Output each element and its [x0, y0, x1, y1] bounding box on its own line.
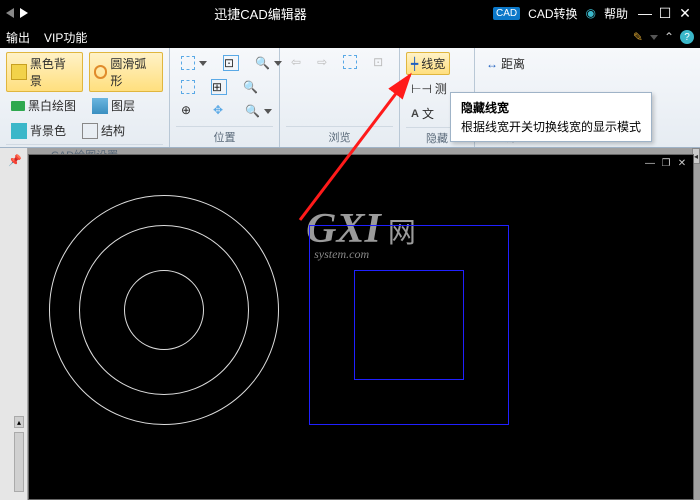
magnifier-icon: 🔍: [255, 56, 270, 70]
title-bar: 迅捷CAD编辑器 CAD CAD转换 ◉ 帮助 — ☐ ✕: [0, 0, 700, 26]
layers-label: 图层: [111, 97, 135, 114]
pos-btn-1[interactable]: [176, 53, 212, 73]
zoom-3-button[interactable]: 🔍: [240, 101, 277, 121]
pos-btn-6[interactable]: ✥: [208, 100, 234, 122]
bw-icon: [11, 101, 25, 111]
black-bg-button[interactable]: 黑色背景: [6, 52, 83, 92]
back-icon[interactable]: [6, 8, 14, 18]
zoom-1-button[interactable]: 🔍: [238, 77, 263, 97]
layers-button[interactable]: 图层: [87, 94, 140, 117]
tab-output[interactable]: 输出: [6, 29, 30, 46]
arc-icon: [94, 65, 108, 79]
nav-arrows: [6, 8, 28, 18]
circle-inner: [124, 270, 204, 350]
forward-icon[interactable]: [20, 8, 28, 18]
pos-btn-5[interactable]: ⊕: [176, 100, 202, 122]
pos-btn-3[interactable]: [176, 77, 200, 97]
scroll-up-button[interactable]: ▴: [14, 416, 24, 428]
distance-label: 距离: [501, 55, 525, 72]
left-panel: 📌 ▴: [0, 148, 28, 500]
square-inner: [354, 270, 464, 380]
bg-color-button[interactable]: 背景色: [6, 119, 71, 142]
tooltip-title: 隐藏线宽: [461, 99, 641, 116]
smooth-arc-label: 圆滑弧形: [110, 55, 158, 89]
scrollbar-grip[interactable]: [14, 432, 24, 492]
structure-button[interactable]: 结构: [77, 119, 130, 142]
close-button[interactable]: ✕: [676, 5, 694, 21]
annotation-arrow-icon: [290, 60, 430, 230]
magnifier-3-icon: 🔍: [245, 104, 260, 118]
bw-drawing-label: 黑白绘图: [28, 97, 76, 114]
rect-select-icon: [181, 56, 195, 70]
maximize-button[interactable]: ☐: [656, 5, 674, 21]
pan-icon: ✥: [213, 103, 229, 119]
distance-button[interactable]: ↔ 距离: [481, 52, 530, 75]
expand-icon[interactable]: ⌃: [664, 30, 674, 44]
help-link[interactable]: 帮助: [604, 5, 628, 22]
extent-icon: ⊞: [211, 79, 227, 95]
pin-icon[interactable]: 📌: [8, 154, 22, 167]
minimize-button[interactable]: —: [636, 5, 654, 21]
structure-icon: [82, 123, 98, 139]
pos-btn-2[interactable]: ⊡: [218, 52, 244, 74]
bg-color-label: 背景色: [30, 122, 66, 139]
help-icon: ◉: [586, 6, 596, 20]
group-position: ⊡ 🔍 ⊞ 🔍 ⊕ ✥ 🔍 位置: [170, 48, 280, 147]
tooltip-body: 根据线宽开关切换线宽的显示模式: [461, 118, 641, 135]
bw-drawing-button[interactable]: 黑白绘图: [6, 94, 81, 117]
black-bg-icon: [11, 64, 27, 80]
pos-btn-4[interactable]: ⊞: [206, 76, 232, 98]
move-icon: ⊕: [181, 103, 197, 119]
black-bg-label: 黑色背景: [30, 55, 78, 89]
bgcolor-icon: [11, 123, 27, 139]
lineweight-tooltip: 隐藏线宽 根据线宽开关切换线宽的显示模式: [450, 92, 652, 142]
distance-icon: ↔: [486, 57, 498, 71]
tab-vip[interactable]: VIP功能: [44, 29, 87, 46]
cad-convert-link[interactable]: CAD转换: [528, 5, 577, 22]
layers-icon: [92, 98, 108, 114]
app-title: 迅捷CAD编辑器: [28, 4, 493, 23]
select-icon: [181, 80, 195, 94]
group2-label: 位置: [176, 126, 273, 147]
pen-icon[interactable]: ✎: [633, 30, 643, 44]
group-cad-settings: 黑色背景 圆滑弧形 黑白绘图 图层 背景色 结构: [0, 48, 170, 147]
help-circle-icon[interactable]: ?: [680, 30, 694, 44]
smooth-arc-button[interactable]: 圆滑弧形: [89, 52, 164, 92]
fit-icon: ⊡: [223, 55, 239, 71]
structure-label: 结构: [101, 122, 125, 139]
magnifier-1-icon: 🔍: [243, 80, 258, 94]
dropdown-caret-icon[interactable]: [650, 35, 658, 40]
measure-short-label: 测: [435, 80, 447, 97]
cad-badge-icon: CAD: [493, 7, 520, 20]
tab-row: 输出 VIP功能 ✎ ⌃ ?: [0, 26, 700, 48]
